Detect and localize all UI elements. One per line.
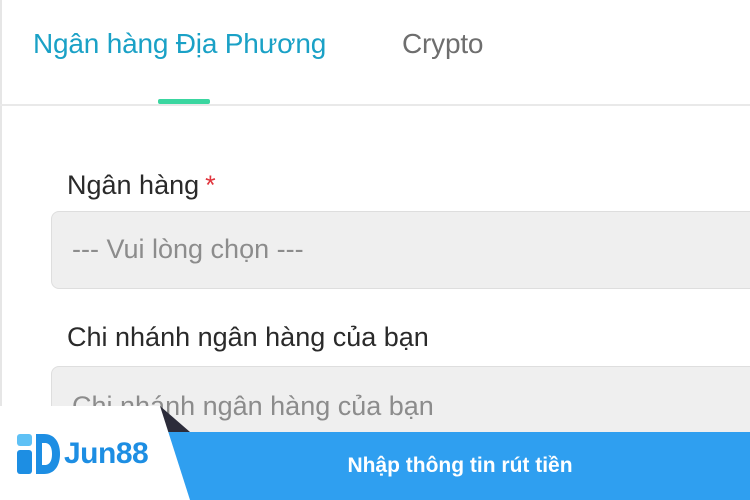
branch-field-label: Chi nhánh ngân hàng của bạn bbox=[67, 322, 429, 352]
bank-label-text: Ngân hàng bbox=[67, 170, 200, 200]
tab-crypto[interactable]: Crypto bbox=[402, 28, 483, 60]
tab-bar: Ngân hàng Địa Phương Crypto bbox=[0, 0, 750, 106]
required-marker: * bbox=[205, 170, 216, 200]
jun88-logo-icon bbox=[17, 434, 60, 474]
bank-select-placeholder: --- Vui lòng chọn --- bbox=[72, 234, 304, 264]
bank-select[interactable]: --- Vui lòng chọn --- bbox=[51, 211, 750, 289]
jun88-logo-text: Jun88 bbox=[64, 437, 149, 470]
tab-local-bank[interactable]: Ngân hàng Địa Phương bbox=[33, 28, 326, 60]
promo-banner: Jun88 Nhập thông tin rút tiền bbox=[0, 406, 750, 500]
jun88-logo: Jun88 bbox=[14, 430, 149, 478]
active-tab-indicator bbox=[158, 99, 210, 104]
page: Ngân hàng Địa Phương Crypto Ngân hàng * -… bbox=[0, 0, 750, 500]
bank-field-label: Ngân hàng * bbox=[67, 170, 216, 201]
banner-caption: Nhập thông tin rút tiền bbox=[347, 454, 573, 477]
